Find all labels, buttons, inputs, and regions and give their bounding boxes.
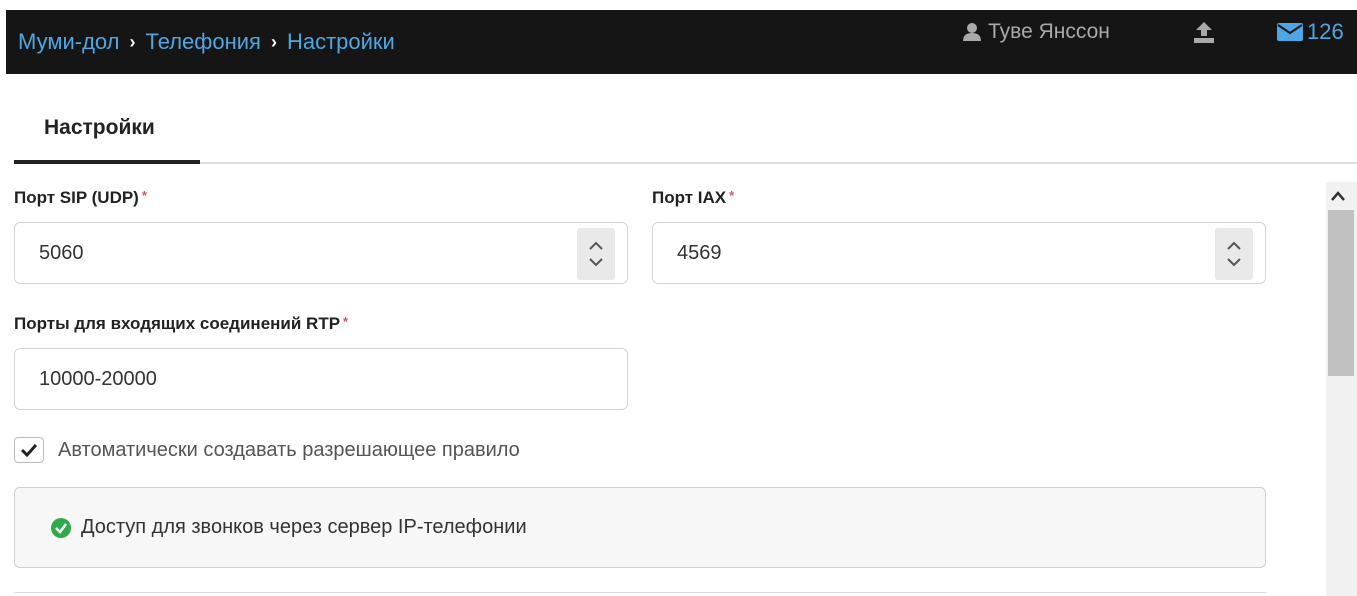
required-mark: *	[141, 188, 147, 203]
mail-count: 126	[1307, 19, 1344, 44]
sip-port-stepper[interactable]	[577, 228, 615, 280]
breadcrumb-item-settings[interactable]: Настройки	[287, 29, 395, 55]
chevron-up-icon[interactable]	[589, 241, 603, 250]
breadcrumb-item-home[interactable]: Муми-дол	[18, 29, 120, 55]
breadcrumb: Муми-дол › Телефония › Настройки	[18, 10, 395, 74]
user-icon	[963, 23, 981, 41]
user-menu[interactable]: Туве Янссон	[962, 0, 1110, 64]
active-tab-indicator	[14, 160, 200, 164]
sip-port-input[interactable]: 5060	[14, 222, 628, 284]
tab-bar	[14, 162, 1357, 164]
upload-button[interactable]	[1192, 20, 1216, 49]
access-notice: Доступ для звонков через сервер IP-телеф…	[14, 487, 1266, 568]
sip-port-value: 5060	[39, 241, 84, 264]
mail-icon	[1277, 23, 1303, 41]
breadcrumb-separator: ›	[129, 31, 136, 52]
iax-port-value: 4569	[677, 241, 722, 264]
iax-port-input[interactable]: 4569	[652, 222, 1266, 284]
required-mark: *	[343, 314, 349, 329]
tab-settings[interactable]: Настройки	[14, 108, 200, 164]
scroll-up-icon[interactable]	[1330, 190, 1346, 202]
chevron-down-icon[interactable]	[589, 258, 603, 267]
checkmark-icon	[20, 443, 38, 457]
upload-icon	[1194, 22, 1214, 43]
scrollbar-thumb[interactable]	[1328, 210, 1354, 376]
auto-rule-label: Автоматически создавать разрешающее прав…	[58, 438, 520, 461]
sip-port-label: Порт SIP (UDP) *	[14, 188, 147, 207]
breadcrumb-item-telephony[interactable]: Телефония	[146, 29, 261, 55]
rtp-ports-label: Порты для входящих соединений RTP *	[14, 314, 349, 333]
auto-rule-checkbox[interactable]	[14, 437, 44, 463]
required-mark: *	[729, 188, 735, 203]
check-circle-icon	[51, 517, 71, 538]
rtp-ports-value: 10000-20000	[39, 367, 157, 390]
iax-port-stepper[interactable]	[1215, 228, 1253, 280]
mail-button[interactable]: 126	[1277, 0, 1344, 64]
chevron-up-icon[interactable]	[1227, 241, 1241, 250]
rtp-ports-input[interactable]: 10000-20000	[14, 348, 628, 410]
auto-rule-option[interactable]: Автоматически создавать разрешающее прав…	[14, 437, 520, 463]
next-section-edge	[14, 592, 1266, 596]
breadcrumb-separator: ›	[270, 31, 277, 52]
iax-port-label: Порт IAX *	[652, 188, 735, 207]
chevron-down-icon[interactable]	[1227, 258, 1241, 267]
access-notice-text: Доступ для звонков через сервер IP-телеф…	[81, 516, 527, 538]
top-bar: Муми-дол › Телефония › Настройки	[6, 10, 1357, 74]
user-name: Туве Янссон	[988, 20, 1110, 43]
